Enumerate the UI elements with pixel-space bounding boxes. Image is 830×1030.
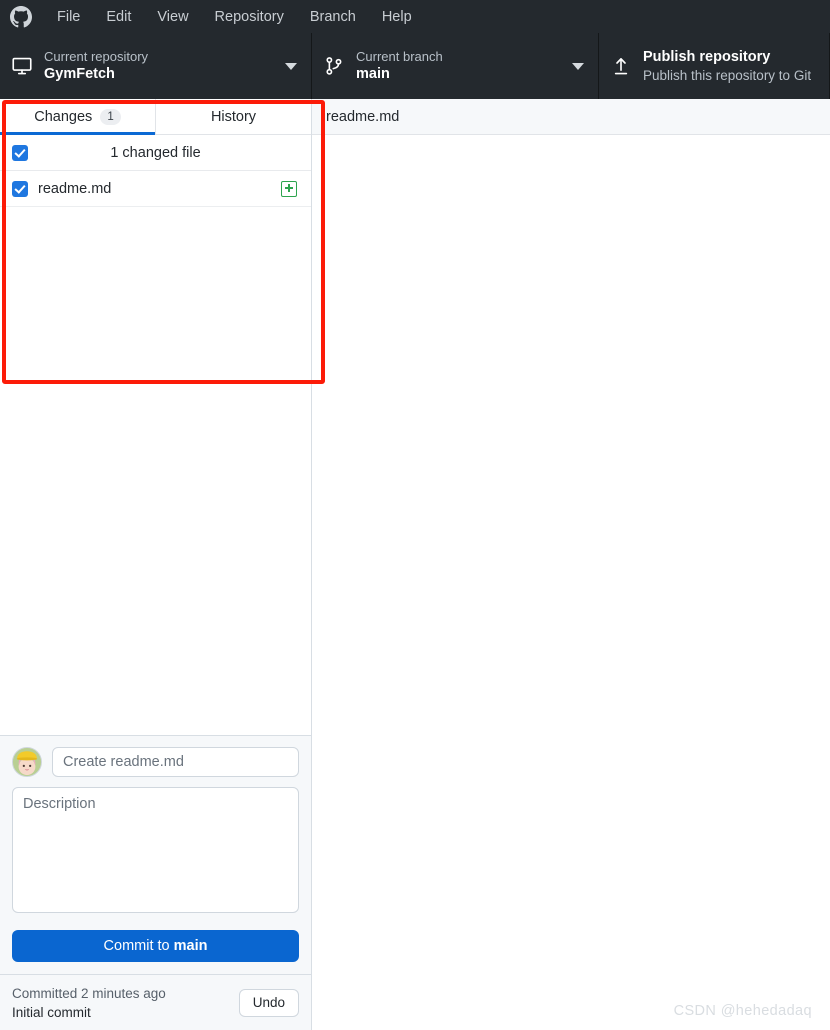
changed-files-header: 1 changed file (0, 135, 311, 171)
menu-bar: File Edit View Repository Branch Help (0, 0, 830, 33)
tab-history[interactable]: History (155, 99, 311, 134)
branch-icon (324, 56, 344, 76)
commit-button[interactable]: Commit to main (12, 930, 299, 962)
commit-button-prefix: Commit to (103, 938, 174, 954)
diff-pane: readme.md CSDN @hehedadaq (312, 99, 830, 1030)
select-all-checkbox[interactable] (12, 144, 28, 161)
commit-area: Commit to main (0, 735, 311, 974)
publish-repository-title: Publish repository (643, 48, 771, 65)
chevron-down-icon (285, 63, 297, 70)
current-branch-value: main (356, 66, 390, 82)
sidebar-tabs: Changes 1 History (0, 99, 311, 135)
changed-files-count-label: 1 changed file (110, 144, 201, 161)
file-name-label: readme.md (38, 180, 112, 197)
current-repository-text: Current repository GymFetch (44, 48, 148, 84)
last-commit-time: Committed 2 minutes ago (12, 985, 166, 1001)
commit-button-branch: main (173, 938, 208, 954)
github-desktop-window: File Edit View Repository Branch Help Cu… (0, 0, 830, 1030)
menu-item-repository[interactable]: Repository (202, 5, 297, 29)
tab-changes[interactable]: Changes 1 (0, 99, 155, 135)
file-added-icon (281, 180, 297, 197)
commit-summary-input[interactable] (52, 747, 299, 777)
upload-icon (611, 56, 631, 76)
menu-item-help[interactable]: Help (369, 5, 425, 29)
desktop-repo-icon (12, 56, 32, 76)
github-logo-icon (10, 5, 32, 28)
last-commit-title: Initial commit (12, 1004, 91, 1020)
publish-repository-text: Publish repository Publish this reposito… (643, 48, 811, 85)
undo-button[interactable]: Undo (238, 988, 299, 1017)
menu-item-view[interactable]: View (144, 5, 201, 29)
current-repository-button[interactable]: Current repository GymFetch (0, 33, 312, 99)
publish-repository-button[interactable]: Publish repository Publish this reposito… (599, 33, 830, 99)
current-repository-caption: Current repository (44, 49, 149, 64)
tab-history-label: History (210, 108, 257, 125)
menu-item-edit[interactable]: Edit (93, 5, 144, 29)
tab-changes-label: Changes (34, 108, 93, 125)
tab-changes-badge: 1 (100, 108, 121, 125)
menu-item-branch[interactable]: Branch (297, 5, 369, 29)
main-body: Changes 1 History 1 changed file readme.… (0, 99, 830, 1030)
toolbar: Current repository GymFetch Current bran… (0, 33, 830, 99)
current-branch-caption: Current branch (356, 49, 443, 64)
changes-sidebar: Changes 1 History 1 changed file readme.… (0, 99, 312, 1030)
chevron-down-icon (572, 63, 584, 70)
avatar (12, 747, 42, 777)
publish-repository-subtitle: Publish this repository to Git (643, 67, 812, 83)
diff-file-name: readme.md (326, 108, 400, 125)
commit-summary-row (12, 747, 299, 777)
menu-item-file[interactable]: File (44, 5, 93, 29)
diff-body: CSDN @hehedadaq (312, 135, 830, 1030)
current-branch-text: Current branch main (356, 48, 443, 84)
last-commit-footer: Committed 2 minutes ago Initial commit U… (0, 974, 311, 1030)
file-checkbox[interactable] (12, 180, 28, 197)
last-commit-text: Committed 2 minutes ago Initial commit (12, 984, 229, 1022)
table-row[interactable]: readme.md (0, 171, 311, 207)
commit-description-input[interactable] (12, 787, 299, 913)
current-branch-button[interactable]: Current branch main (312, 33, 599, 99)
changed-files-empty-space (0, 207, 311, 735)
diff-file-header: readme.md (312, 99, 830, 135)
watermark: CSDN @hehedadaq (673, 1003, 812, 1019)
current-repository-value: GymFetch (44, 66, 115, 82)
